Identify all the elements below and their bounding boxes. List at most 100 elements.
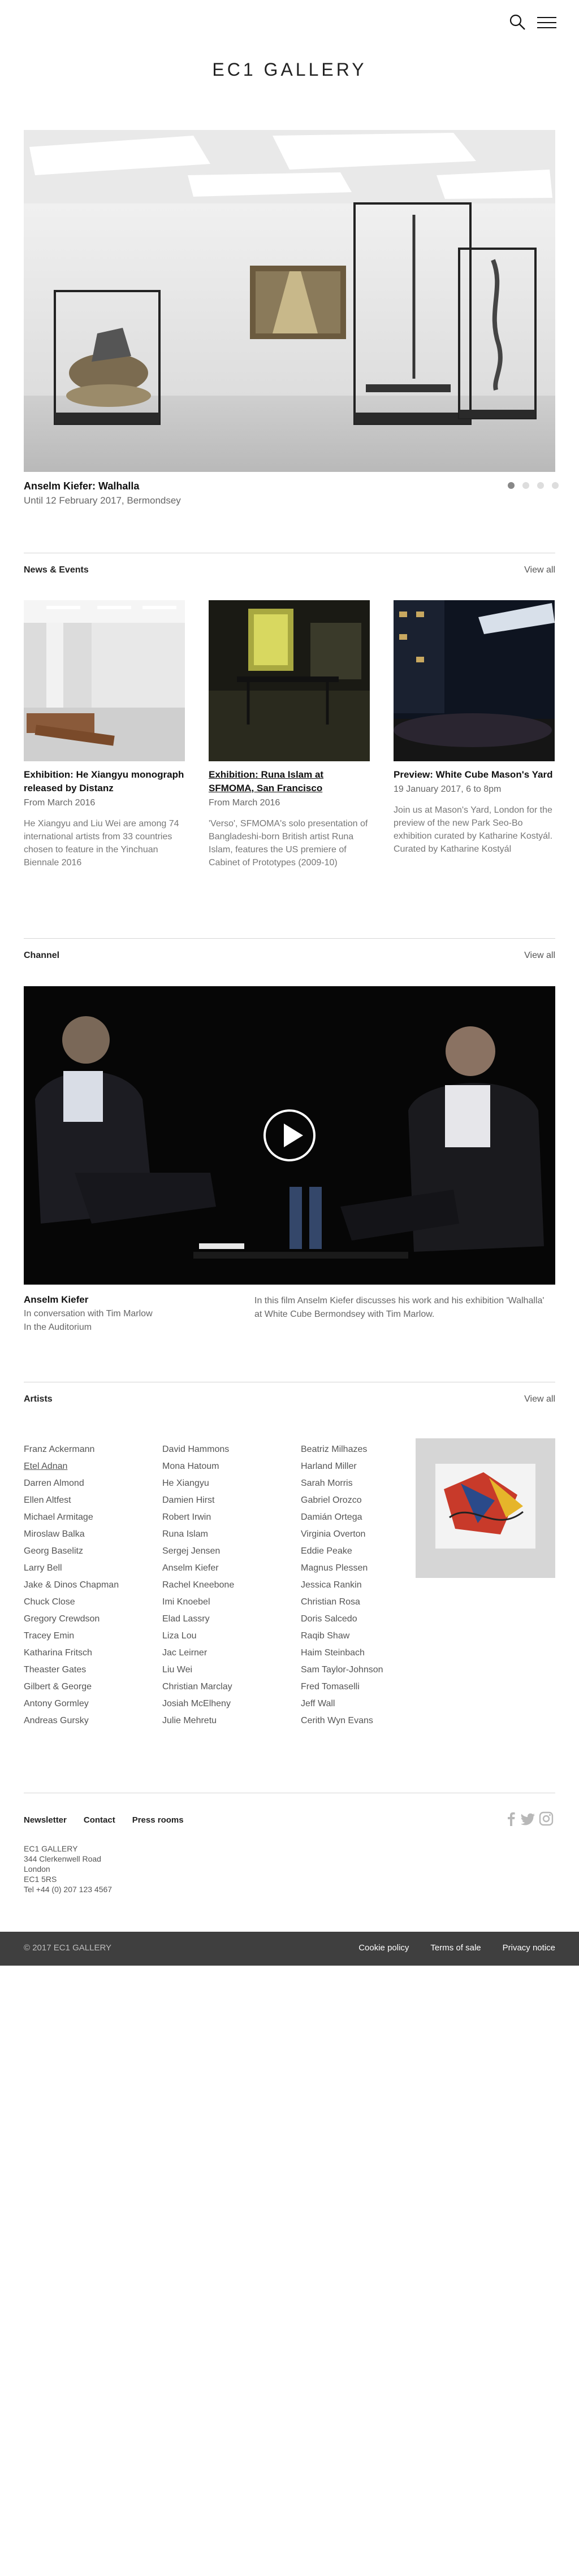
terms-of-sale-link[interactable]: Terms of sale <box>430 1943 481 1953</box>
artist-link[interactable]: Josiah McElheny <box>162 1695 292 1712</box>
legal-links: Cookie policy Terms of sale Privacy noti… <box>358 1943 555 1953</box>
hero-title[interactable]: Anselm Kiefer: Walhalla <box>24 480 139 492</box>
artist-link[interactable]: Michael Armitage <box>24 1509 154 1526</box>
artist-link[interactable]: Miroslaw Balka <box>24 1526 154 1543</box>
play-icon[interactable] <box>263 1109 316 1161</box>
contact-link[interactable]: Contact <box>84 1815 115 1825</box>
news-view-all-link[interactable]: View all <box>524 565 555 575</box>
artist-link[interactable]: Elad Lassry <box>162 1611 292 1628</box>
artist-link[interactable]: Jeff Wall <box>301 1695 431 1712</box>
address-line: London <box>24 1864 50 1874</box>
artist-link[interactable]: Jessica Rankin <box>301 1577 431 1594</box>
video-title[interactable]: Anselm Kiefer <box>24 1294 88 1306</box>
artist-link[interactable]: Gregory Crewdson <box>24 1611 154 1628</box>
twitter-icon[interactable] <box>520 1811 536 1827</box>
address-line: 344 Clerkenwell Road <box>24 1854 101 1863</box>
divider <box>24 938 555 939</box>
news-title[interactable]: Exhibition: He Xiangyu monograph release… <box>24 768 185 795</box>
cookie-policy-link[interactable]: Cookie policy <box>358 1943 409 1953</box>
artist-link[interactable]: Larry Bell <box>24 1560 154 1577</box>
news-image[interactable] <box>209 600 370 761</box>
artist-link[interactable]: He Xiangyu <box>162 1475 292 1492</box>
artist-link[interactable]: Damián Ortega <box>301 1509 431 1526</box>
slider-dots <box>508 482 559 489</box>
artist-link[interactable]: Gilbert & George <box>24 1679 154 1695</box>
slider-dot-4[interactable] <box>552 482 559 489</box>
artist-link[interactable]: Jac Leirner <box>162 1645 292 1662</box>
artist-link[interactable]: Chuck Close <box>24 1594 154 1611</box>
facebook-icon[interactable] <box>503 1811 519 1827</box>
artist-link[interactable]: Julie Mehretu <box>162 1712 292 1729</box>
gallery-address: EC1 GALLERY 344 Clerkenwell Road London … <box>24 1844 112 1894</box>
news-card[interactable]: Exhibition: Runa Islam at SFMOMA, San Fr… <box>209 600 370 869</box>
artist-link[interactable]: Theaster Gates <box>24 1662 154 1679</box>
artist-link[interactable]: Haim Steinbach <box>301 1645 431 1662</box>
news-card[interactable]: Preview: White Cube Mason's Yard 19 Janu… <box>394 600 555 856</box>
artist-link[interactable]: Harland Miller <box>301 1458 431 1475</box>
newsletter-link[interactable]: Newsletter <box>24 1815 67 1825</box>
artist-link[interactable]: Beatriz Milhazes <box>301 1441 431 1458</box>
news-section-title: News & Events <box>24 565 89 575</box>
site-logo[interactable]: EC1 GALLERY <box>0 59 579 80</box>
artist-link[interactable]: Katharina Fritsch <box>24 1645 154 1662</box>
instagram-icon[interactable] <box>538 1811 554 1827</box>
artist-link[interactable]: Darren Almond <box>24 1475 154 1492</box>
phone-number: Tel +44 (0) 207 123 4567 <box>24 1885 113 1894</box>
news-date: 19 January 2017, 6 to 8pm <box>394 784 502 794</box>
artist-link[interactable]: Rachel Kneebone <box>162 1577 292 1594</box>
artist-link[interactable]: Liza Lou <box>162 1628 292 1645</box>
video-subtitle: In conversation with Tim Marlow <box>24 1309 153 1319</box>
artist-link[interactable]: Imi Knoebel <box>162 1594 292 1611</box>
artist-link[interactable]: Gabriel Orozco <box>301 1492 431 1509</box>
news-image[interactable] <box>394 600 555 761</box>
address-line: EC1 5RS <box>24 1875 57 1884</box>
artist-link[interactable]: Andreas Gursky <box>24 1712 154 1729</box>
artist-link[interactable]: Raqib Shaw <box>301 1628 431 1645</box>
news-image[interactable] <box>24 600 185 761</box>
artist-link[interactable]: Jake & Dinos Chapman <box>24 1577 154 1594</box>
artist-link[interactable]: Damien Hirst <box>162 1492 292 1509</box>
artist-link[interactable]: Sarah Morris <box>301 1475 431 1492</box>
artist-link[interactable]: Sergej Jensen <box>162 1543 292 1560</box>
news-title[interactable]: Exhibition: Runa Islam at SFMOMA, San Fr… <box>209 768 370 795</box>
privacy-notice-link[interactable]: Privacy notice <box>503 1943 555 1953</box>
channel-view-all-link[interactable]: View all <box>524 951 555 961</box>
hero-image[interactable] <box>24 130 555 472</box>
artists-view-all-link[interactable]: View all <box>524 1394 555 1404</box>
press-rooms-link[interactable]: Press rooms <box>132 1815 184 1825</box>
artist-link[interactable]: Franz Ackermann <box>24 1441 154 1458</box>
artist-artwork-image <box>416 1438 555 1578</box>
slider-dot-2[interactable] <box>522 482 529 489</box>
artist-link[interactable]: Magnus Plessen <box>301 1560 431 1577</box>
news-title[interactable]: Preview: White Cube Mason's Yard <box>394 768 555 782</box>
video-player[interactable] <box>24 986 555 1285</box>
artist-link[interactable]: Runa Islam <box>162 1526 292 1543</box>
artist-link[interactable]: Fred Tomaselli <box>301 1679 431 1695</box>
artist-link[interactable]: Etel Adnan <box>24 1458 154 1475</box>
artist-link[interactable]: Mona Hatoum <box>162 1458 292 1475</box>
artist-link[interactable]: Christian Marclay <box>162 1679 292 1695</box>
artist-link[interactable]: Georg Baselitz <box>24 1543 154 1560</box>
artist-link[interactable]: Christian Rosa <box>301 1594 431 1611</box>
bottom-bar: © 2017 EC1 GALLERY Cookie policy Terms o… <box>0 1932 579 1966</box>
artist-link[interactable]: Cerith Wyn Evans <box>301 1712 431 1729</box>
news-date: From March 2016 <box>209 798 280 808</box>
address-line: EC1 GALLERY <box>24 1844 78 1853</box>
artist-link[interactable]: David Hammons <box>162 1441 292 1458</box>
artist-link[interactable]: Robert Irwin <box>162 1509 292 1526</box>
artist-link[interactable]: Virginia Overton <box>301 1526 431 1543</box>
artist-link[interactable]: Sam Taylor-Johnson <box>301 1662 431 1679</box>
news-card[interactable]: Exhibition: He Xiangyu monograph release… <box>24 600 185 869</box>
artist-link[interactable]: Anselm Kiefer <box>162 1560 292 1577</box>
artist-link[interactable]: Tracey Emin <box>24 1628 154 1645</box>
menu-icon[interactable] <box>537 15 556 29</box>
slider-dot-1[interactable] <box>508 482 515 489</box>
artist-link[interactable]: Antony Gormley <box>24 1695 154 1712</box>
news-description: Join us at Mason's Yard, London for the … <box>394 805 553 854</box>
artist-link[interactable]: Ellen Altfest <box>24 1492 154 1509</box>
artist-link[interactable]: Doris Salcedo <box>301 1611 431 1628</box>
slider-dot-3[interactable] <box>537 482 544 489</box>
search-icon[interactable] <box>509 14 526 31</box>
artist-link[interactable]: Liu Wei <box>162 1662 292 1679</box>
artist-link[interactable]: Eddie Peake <box>301 1543 431 1560</box>
